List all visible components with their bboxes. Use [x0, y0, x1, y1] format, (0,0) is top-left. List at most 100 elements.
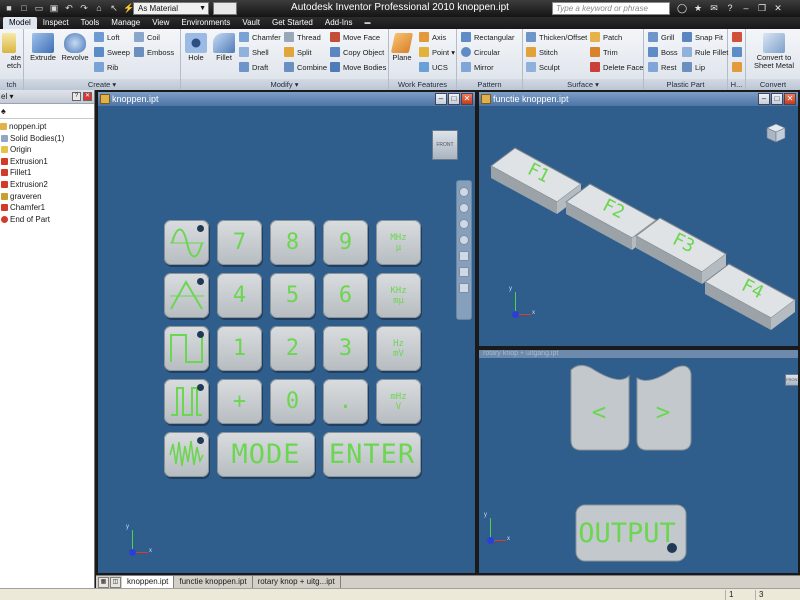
sweep-button[interactable]: Sweep: [94, 46, 130, 60]
boss-button[interactable]: Boss: [648, 46, 678, 60]
circular-pattern-button[interactable]: Circular: [461, 46, 500, 60]
harness-button-1[interactable]: [732, 31, 745, 45]
convert-to-sheet-metal-button[interactable]: Convert to Sheet Metal: [752, 31, 796, 70]
key-3[interactable]: 3: [323, 326, 368, 371]
tree-item[interactable]: Chamfer1: [0, 202, 94, 214]
copy-object-button[interactable]: Copy Object: [330, 46, 384, 60]
harness-button-2[interactable]: [732, 46, 745, 60]
rib-button[interactable]: Rib: [94, 61, 118, 75]
look-at-icon[interactable]: [459, 251, 469, 261]
viewcube[interactable]: FRONT: [432, 130, 458, 160]
open-folder-icon[interactable]: ▭: [33, 2, 45, 14]
tab-tools[interactable]: Tools: [75, 17, 106, 29]
material-dropdown[interactable]: As Material ▼: [133, 2, 209, 15]
redo-icon[interactable]: ↷: [78, 2, 90, 14]
key-1[interactable]: 1: [217, 326, 262, 371]
patch-button[interactable]: Patch: [590, 31, 622, 45]
tab-model[interactable]: Model: [3, 17, 37, 29]
key-khz[interactable]: KHz mµ: [376, 273, 421, 318]
tree-item[interactable]: Solid Bodies(1): [0, 133, 94, 145]
delete-face-button[interactable]: Delete Face: [590, 61, 643, 75]
shell-button[interactable]: Shell: [239, 46, 269, 60]
rotary-right-key[interactable]: >: [636, 365, 692, 451]
help-icon[interactable]: ?: [724, 2, 736, 14]
viewport-title-bar[interactable]: knoppen.ipt – □ ✕: [98, 92, 475, 106]
rotary-left-key[interactable]: <: [570, 364, 630, 451]
steering-wheel-icon[interactable]: [459, 187, 469, 197]
tree-item[interactable]: Extrusion1: [0, 156, 94, 168]
tab-add-ins[interactable]: Add-Ins: [319, 17, 359, 29]
help-search-input[interactable]: Type a keyword or phrase: [552, 2, 670, 15]
close-icon[interactable]: ✕: [772, 2, 784, 14]
function-key-f3[interactable]: F3: [635, 217, 727, 284]
key-noise[interactable]: [164, 432, 209, 477]
tree-item[interactable]: Extrusion2: [0, 179, 94, 191]
key-plus[interactable]: +: [217, 379, 262, 424]
navbar-options-icon[interactable]: [459, 283, 469, 293]
viewport-rotary-knop[interactable]: rotary knop + uitgang.ipt FRONT < > OUTP…: [477, 348, 800, 575]
restore-icon[interactable]: ❐: [756, 2, 768, 14]
tab-get-started[interactable]: Get Started: [266, 17, 319, 29]
thicken-offset-button[interactable]: Thicken/Offset: [526, 31, 587, 45]
tile-windows-icon[interactable]: ▦: [98, 577, 109, 588]
chamfer-button[interactable]: Chamfer: [239, 31, 281, 45]
key-hz[interactable]: Hz mV: [376, 326, 421, 371]
key-mode[interactable]: MODE: [217, 432, 315, 477]
loft-button[interactable]: Loft: [94, 31, 120, 45]
minimize-icon[interactable]: –: [740, 2, 752, 14]
combine-button[interactable]: Combine: [284, 61, 327, 75]
create-sketch-button[interactable]: ate etch: [0, 31, 24, 70]
maximize-icon[interactable]: □: [448, 93, 460, 105]
help-icon[interactable]: ?: [72, 92, 81, 101]
key-triangle[interactable]: [164, 273, 209, 318]
tab-view[interactable]: View: [146, 17, 175, 29]
key-mhz-v[interactable]: mHz V: [376, 379, 421, 424]
key-5[interactable]: 5: [270, 273, 315, 318]
split-button[interactable]: Split: [284, 46, 312, 60]
minimize-icon[interactable]: –: [435, 93, 447, 105]
function-key-f4[interactable]: F4: [704, 263, 796, 330]
color-override-dropdown[interactable]: [213, 2, 237, 15]
rectangular-pattern-button[interactable]: Rectangular: [461, 31, 514, 45]
save-icon[interactable]: ▣: [48, 2, 60, 14]
ucs-button[interactable]: UCS: [419, 61, 448, 75]
panel-label-create[interactable]: Create ▾: [24, 79, 180, 90]
move-bodies-button[interactable]: Move Bodies: [330, 61, 386, 75]
axis-button[interactable]: Axis: [419, 31, 446, 45]
snap-fit-button[interactable]: Snap Fit: [682, 31, 723, 45]
undo-icon[interactable]: ↶: [63, 2, 75, 14]
tree-item[interactable]: noppen.ipt: [0, 121, 94, 133]
home-icon[interactable]: ⌂: [93, 2, 105, 14]
rule-fillet-button[interactable]: Rule Fillet: [682, 46, 728, 60]
ribbon-minimize-icon[interactable]: ▬: [358, 17, 376, 29]
grill-button[interactable]: Grill: [648, 31, 674, 45]
move-face-button[interactable]: Move Face: [330, 31, 380, 45]
binoculars-icon[interactable]: ♠: [1, 106, 6, 116]
tab-vault[interactable]: Vault: [236, 17, 266, 29]
plane-button[interactable]: Plane: [387, 31, 417, 62]
close-icon[interactable]: ✕: [461, 93, 473, 105]
tab-manage[interactable]: Manage: [105, 17, 146, 29]
sculpt-button[interactable]: Sculpt: [526, 61, 560, 75]
communication-icon[interactable]: ✉: [708, 2, 720, 14]
pan-icon[interactable]: [459, 203, 469, 213]
key-6[interactable]: 6: [323, 273, 368, 318]
key-sine[interactable]: [164, 220, 209, 265]
doc-tab-rotary-knop[interactable]: rotary knop + uitg...ipt: [252, 576, 341, 588]
fillet-button[interactable]: Fillet: [207, 31, 241, 62]
zoom-icon[interactable]: [459, 219, 469, 229]
panel-label-modify[interactable]: Modify ▾: [181, 79, 388, 90]
key-square[interactable]: [164, 326, 209, 371]
close-icon[interactable]: ✕: [83, 92, 92, 101]
key-enter[interactable]: ENTER: [323, 432, 421, 477]
tree-item[interactable]: Origin: [0, 144, 94, 156]
rest-button[interactable]: Rest: [648, 61, 676, 75]
emboss-button[interactable]: Emboss: [134, 46, 174, 60]
tab-inspect[interactable]: Inspect: [37, 17, 75, 29]
lip-button[interactable]: Lip: [682, 61, 705, 75]
key-7[interactable]: 7: [217, 220, 262, 265]
doc-tab-knoppen[interactable]: knoppen.ipt: [122, 576, 175, 588]
key-8[interactable]: 8: [270, 220, 315, 265]
trim-button[interactable]: Trim: [590, 46, 618, 60]
tree-item[interactable]: Fillet1: [0, 167, 94, 179]
